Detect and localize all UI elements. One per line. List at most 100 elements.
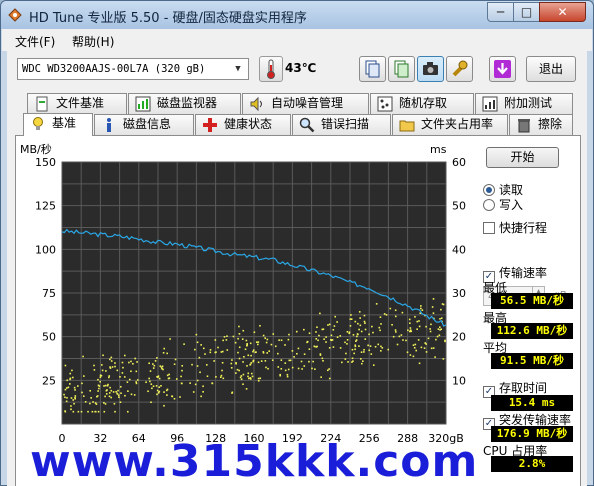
access-time-point — [74, 389, 76, 391]
save-button[interactable] — [489, 56, 516, 82]
access-time-point — [383, 313, 386, 315]
title-bar[interactable]: HD Tune 专业版 5.50 - 硬盘/固态硬盘实用程序 ─ □ ✕ — [1, 1, 593, 29]
access-time-point — [423, 347, 426, 349]
access-time-point — [354, 348, 356, 351]
tab-label: 磁盘监视器 — [157, 96, 218, 110]
options-button[interactable] — [446, 56, 473, 82]
access-time-point — [82, 355, 84, 358]
maximize-button[interactable]: □ — [513, 2, 540, 22]
access-time-point — [291, 350, 294, 352]
access-time-point — [272, 333, 275, 335]
watermark-text: www.315kkk.com — [30, 436, 479, 486]
tab-error-scan[interactable]: 错误扫描 — [292, 114, 391, 135]
access-time-point — [271, 359, 274, 361]
access-time-point — [108, 376, 110, 379]
access-time-point — [111, 366, 114, 368]
access-time-point — [148, 377, 150, 380]
copy-info-button[interactable] — [359, 56, 386, 82]
tab-label: 随机存取 — [399, 96, 448, 110]
tab-extra-tests[interactable]: 附加测试 — [475, 93, 573, 114]
access-time-point — [156, 393, 158, 396]
access-time-point — [259, 377, 262, 380]
access-time-point — [364, 338, 367, 340]
access-time-point — [420, 307, 422, 310]
access-time-point — [90, 397, 92, 399]
access-time-point — [354, 344, 357, 347]
access-time-point — [91, 410, 94, 413]
copy-screenshot-icon — [394, 60, 409, 78]
access-time-point — [97, 390, 99, 392]
access-time-point — [318, 334, 320, 337]
access-time-point — [414, 343, 417, 346]
access-time-point — [128, 378, 131, 381]
exit-button[interactable]: 退出 — [526, 56, 576, 82]
benchmark-bulb-icon — [33, 117, 43, 130]
access-time-point — [148, 362, 150, 365]
access-time-point — [268, 350, 270, 352]
access-time-point — [119, 401, 122, 403]
access-time-point — [394, 309, 397, 312]
access-time-point — [64, 388, 67, 391]
chevron-down-icon[interactable]: ▼ — [230, 61, 246, 77]
minimize-button[interactable]: ─ — [487, 2, 514, 22]
access-time-point — [82, 395, 85, 397]
tab-noise-management[interactable]: 自动噪音管理 — [242, 93, 369, 114]
access-time-point — [320, 376, 322, 378]
access-time-point — [204, 353, 206, 355]
access-time-point — [289, 359, 292, 362]
access-time-point — [120, 392, 122, 395]
access-time-point — [135, 370, 138, 373]
tab-label: 错误扫描 — [321, 117, 370, 131]
access-time-point — [63, 393, 65, 396]
tab-folder-usage[interactable]: 文件夹占用率 — [392, 114, 508, 135]
drive-select[interactable]: WDC WD3200AAJS-00L7A (320 gB) ▼ — [17, 58, 249, 80]
access-time-point — [286, 375, 289, 378]
camera-button[interactable] — [417, 56, 444, 82]
access-time-point — [277, 352, 279, 355]
menu-file[interactable]: 文件(F) — [15, 33, 55, 50]
radio-read-indicator[interactable] — [483, 184, 495, 196]
start-button[interactable]: 开始 — [486, 147, 559, 168]
radio-write-indicator[interactable] — [483, 199, 495, 211]
access-time-point — [247, 372, 250, 375]
tab-disk-monitor[interactable]: 磁盘监视器 — [128, 93, 241, 114]
access-time-point — [295, 330, 298, 333]
access-time-point — [158, 390, 161, 393]
access-time-point — [440, 308, 442, 311]
access-time-point — [293, 356, 295, 358]
access-time-point — [406, 351, 409, 354]
tab-health[interactable]: 健康状态 — [195, 114, 291, 135]
tab-benchmark[interactable]: 基准 — [23, 113, 93, 136]
access-time-point — [315, 331, 317, 333]
close-button[interactable]: ✕ — [539, 2, 586, 22]
access-time-point — [358, 345, 360, 347]
access-time-point — [420, 346, 423, 349]
access-time-point — [84, 401, 87, 403]
access-time-point — [101, 364, 103, 366]
access-time-point — [72, 376, 74, 379]
access-time-point — [437, 328, 440, 330]
quick-stroke-checkbox[interactable]: 快捷行程 — [483, 219, 547, 236]
y-tick-left: 125 — [35, 200, 56, 213]
tab-random-access[interactable]: 随机存取 — [370, 93, 474, 114]
tab-file-benchmark[interactable]: 文件基准 — [27, 93, 127, 114]
access-time-point — [368, 349, 371, 352]
app-window: HD Tune 专业版 5.50 - 硬盘/固态硬盘实用程序 ─ □ ✕ 文件(… — [0, 0, 594, 486]
copy-screenshot-button[interactable] — [388, 56, 415, 82]
quick-stroke-check[interactable] — [483, 222, 495, 234]
access-time-point — [196, 365, 199, 367]
tab-disk-info[interactable]: 磁盘信息 — [94, 114, 194, 135]
access-time-point — [243, 355, 245, 358]
access-time-point — [195, 333, 198, 336]
access-time-point — [242, 383, 244, 386]
menu-help[interactable]: 帮助(H) — [72, 33, 114, 50]
access-time-point — [427, 337, 430, 340]
tab-erase[interactable]: 擦除 — [509, 114, 573, 135]
write-radio[interactable]: 写入 — [483, 196, 523, 213]
access-time-point — [363, 314, 366, 317]
y-tick-left: 25 — [42, 374, 56, 387]
access-time-point — [69, 372, 72, 375]
access-time-point — [440, 317, 443, 319]
access-time-point — [93, 369, 96, 371]
access-time-point — [425, 325, 427, 328]
